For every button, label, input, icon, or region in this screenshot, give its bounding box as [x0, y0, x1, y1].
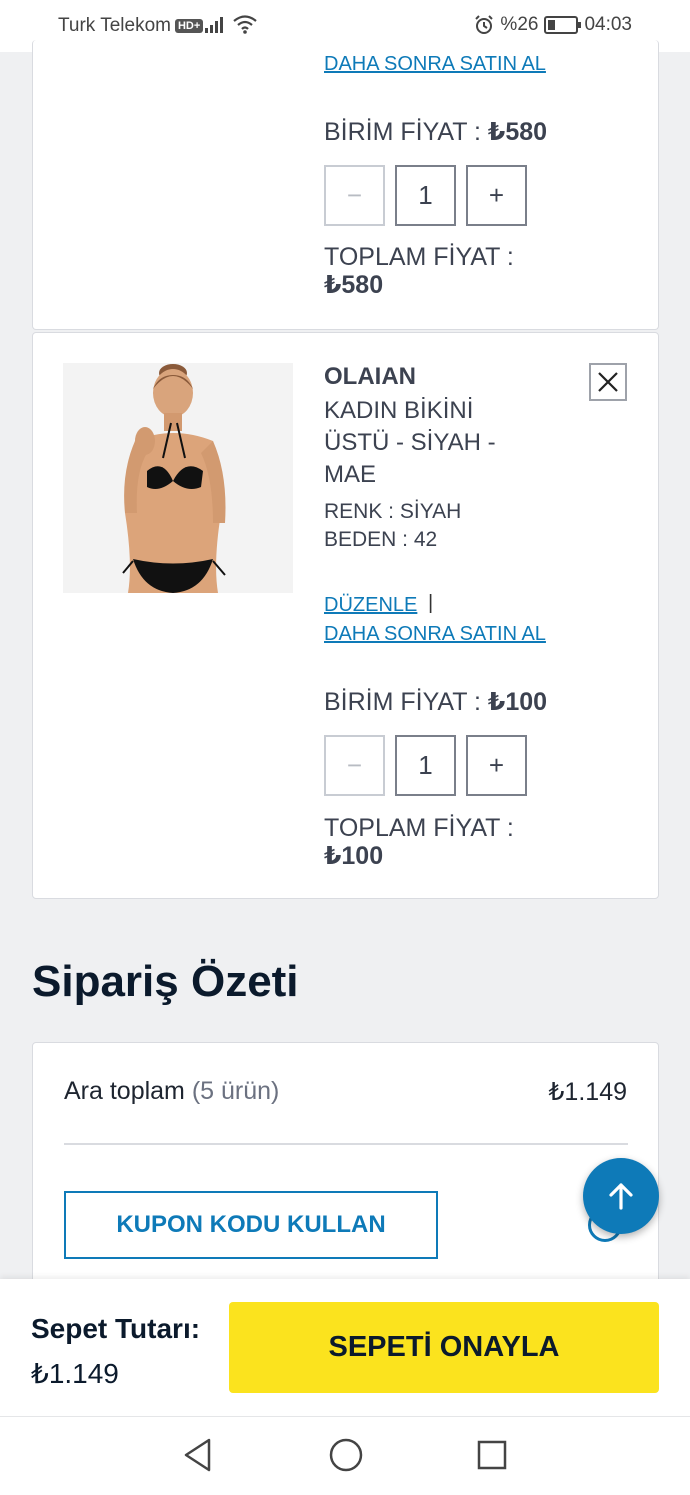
- remove-item-button[interactable]: [589, 363, 627, 401]
- buy-later-link[interactable]: DAHA SONRA SATIN AL: [324, 623, 546, 646]
- product-color: RENK : SİYAH: [324, 500, 462, 523]
- unit-price: BİRİM FİYAT : ₺580: [324, 117, 547, 147]
- buy-later-link[interactable]: DAHA SONRA SATIN AL: [324, 53, 546, 76]
- battery-icon: [544, 16, 582, 34]
- divider: [64, 1143, 628, 1145]
- item-count: (5 ürün): [191, 1077, 280, 1105]
- unit-price-label: BİRİM FİYAT :: [324, 688, 481, 716]
- unit-price-value: ₺100: [487, 688, 548, 716]
- checkout-bar: Sepet Tutarı: ₺1.149 SEPETİ ONAYLA: [0, 1279, 690, 1416]
- confirm-basket-button[interactable]: SEPETİ ONAYLA: [229, 1302, 659, 1393]
- product-brand: OLAIAN: [324, 363, 416, 390]
- total-price-label: TOPLAM FİYAT :: [324, 814, 514, 842]
- quantity-stepper: − 1 +: [324, 165, 527, 226]
- basket-total-label: Sepet Tutarı:: [31, 1313, 201, 1344]
- quantity-field[interactable]: 1: [395, 165, 456, 226]
- back-icon[interactable]: [182, 1437, 214, 1473]
- basket-total-value: ₺1.149: [31, 1358, 119, 1389]
- hd-badge: HD+: [174, 19, 204, 33]
- scroll-top-button[interactable]: [583, 1158, 659, 1234]
- cart-item-card: OLAIAN KADIN BİKİNİ ÜSTÜ - SİYAH - MAE R…: [32, 332, 659, 899]
- carrier-name: Turk Telekom: [58, 15, 171, 36]
- link-separator: |: [428, 592, 434, 614]
- increase-button[interactable]: +: [466, 165, 527, 226]
- recents-icon[interactable]: [476, 1437, 508, 1473]
- alarm-icon: [475, 15, 494, 34]
- decrease-button[interactable]: −: [324, 735, 385, 796]
- product-image[interactable]: [63, 363, 293, 593]
- home-icon[interactable]: [328, 1437, 364, 1473]
- product-name[interactable]: KADIN BİKİNİ ÜSTÜ - SİYAH - MAE: [324, 395, 524, 491]
- arrow-up-icon: [609, 1183, 633, 1210]
- quantity-stepper: − 1 +: [324, 735, 527, 796]
- order-summary-title: Sipariş Özeti: [32, 957, 299, 1006]
- total-price-value: ₺100: [324, 842, 384, 870]
- decrease-button[interactable]: −: [324, 165, 385, 226]
- order-summary-card: Ara toplam (5 ürün) ₺1.149 KUPON KODU KU…: [32, 1042, 659, 1302]
- wifi-icon: [233, 15, 257, 34]
- subtotal-value: ₺1.149: [548, 1078, 627, 1106]
- total-price-label: TOPLAM FİYAT :: [324, 243, 514, 271]
- edit-link[interactable]: DÜZENLE: [324, 594, 417, 617]
- subtotal-label: Ara toplam (5 ürün): [64, 1077, 279, 1106]
- unit-price-label: BİRİM FİYAT :: [324, 118, 481, 146]
- quantity-field[interactable]: 1: [395, 735, 456, 796]
- clock: 04:03: [584, 14, 632, 35]
- close-icon: [598, 372, 618, 392]
- cart-item-card: DAHA SONRA SATIN AL BİRİM FİYAT : ₺580 −…: [32, 40, 659, 330]
- system-nav-bar: [0, 1416, 690, 1495]
- bikini-product-photo-icon: [63, 363, 293, 593]
- unit-price: BİRİM FİYAT : ₺100: [324, 687, 547, 717]
- increase-button[interactable]: +: [466, 735, 527, 796]
- battery-percent: %26: [500, 14, 539, 35]
- product-size: BEDEN : 42: [324, 528, 438, 551]
- subtotal-text: Ara toplam: [64, 1077, 185, 1105]
- total-price-value: ₺580: [324, 271, 384, 299]
- coupon-button[interactable]: KUPON KODU KULLAN: [64, 1191, 438, 1259]
- carrier: Turk Telekom HD+: [58, 15, 204, 37]
- signal-icon: [205, 17, 223, 33]
- status-right: %26 04:03: [474, 14, 632, 36]
- unit-price-value: ₺580: [487, 118, 548, 146]
